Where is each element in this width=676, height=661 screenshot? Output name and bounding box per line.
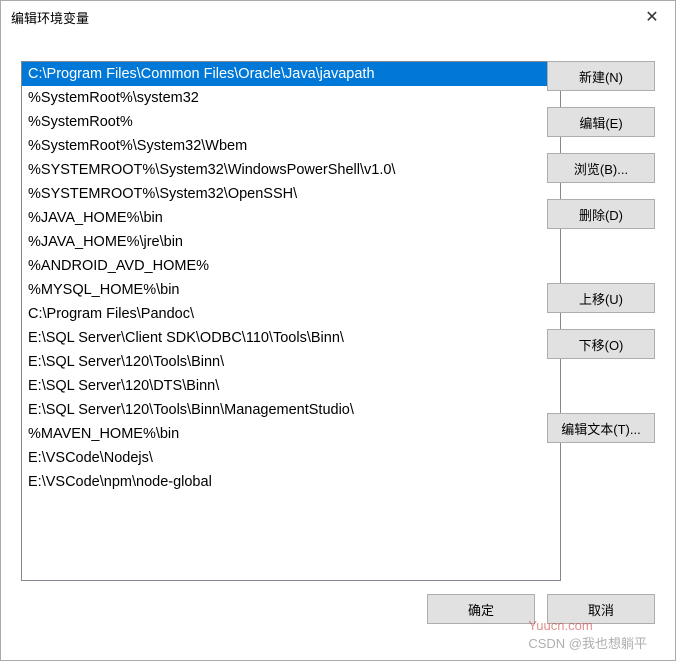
cancel-button[interactable]: 取消 (547, 594, 655, 624)
list-item[interactable]: %SystemRoot% (22, 110, 560, 134)
side-button-panel: 新建(N) 编辑(E) 浏览(B)... 删除(D) 上移(U) 下移(O) 编… (547, 61, 655, 459)
move-down-button[interactable]: 下移(O) (547, 329, 655, 359)
close-icon: ✕ (645, 7, 658, 27)
window-title: 编辑环境变量 (11, 8, 89, 27)
list-item[interactable]: E:\SQL Server\Client SDK\ODBC\110\Tools\… (22, 326, 560, 350)
browse-button[interactable]: 浏览(B)... (547, 153, 655, 183)
list-item[interactable]: %MAVEN_HOME%\bin (22, 422, 560, 446)
list-item[interactable]: C:\Program Files\Pandoc\ (22, 302, 560, 326)
list-item[interactable]: C:\Program Files\Common Files\Oracle\Jav… (22, 62, 560, 86)
list-item[interactable]: %ANDROID_AVD_HOME% (22, 254, 560, 278)
list-item[interactable]: %SYSTEMROOT%\System32\OpenSSH\ (22, 182, 560, 206)
content-area: C:\Program Files\Common Files\Oracle\Jav… (21, 61, 655, 640)
edit-button[interactable]: 编辑(E) (547, 107, 655, 137)
ok-button[interactable]: 确定 (427, 594, 535, 624)
list-item[interactable]: E:\SQL Server\120\Tools\Binn\ManagementS… (22, 398, 560, 422)
list-item[interactable]: %SystemRoot%\system32 (22, 86, 560, 110)
list-item[interactable]: E:\SQL Server\120\DTS\Binn\ (22, 374, 560, 398)
dialog-window: 编辑环境变量 ✕ C:\Program Files\Common Files\O… (0, 0, 676, 661)
list-item[interactable]: E:\SQL Server\120\Tools\Binn\ (22, 350, 560, 374)
move-up-button[interactable]: 上移(U) (547, 283, 655, 313)
list-item[interactable]: %JAVA_HOME%\bin (22, 206, 560, 230)
list-item[interactable]: %MYSQL_HOME%\bin (22, 278, 560, 302)
list-item[interactable]: %SYSTEMROOT%\System32\WindowsPowerShell\… (22, 158, 560, 182)
bottom-button-panel: 确定 取消 (427, 594, 655, 640)
list-item[interactable]: %JAVA_HOME%\jre\bin (22, 230, 560, 254)
list-item[interactable]: E:\VSCode\npm\node-global (22, 470, 560, 494)
list-item[interactable]: %SystemRoot%\System32\Wbem (22, 134, 560, 158)
edit-text-button[interactable]: 编辑文本(T)... (547, 413, 655, 443)
delete-button[interactable]: 删除(D) (547, 199, 655, 229)
list-item[interactable]: E:\VSCode\Nodejs\ (22, 446, 560, 470)
titlebar: 编辑环境变量 ✕ (1, 1, 675, 33)
path-listbox[interactable]: C:\Program Files\Common Files\Oracle\Jav… (21, 61, 561, 581)
close-button[interactable]: ✕ (629, 1, 675, 33)
new-button[interactable]: 新建(N) (547, 61, 655, 91)
